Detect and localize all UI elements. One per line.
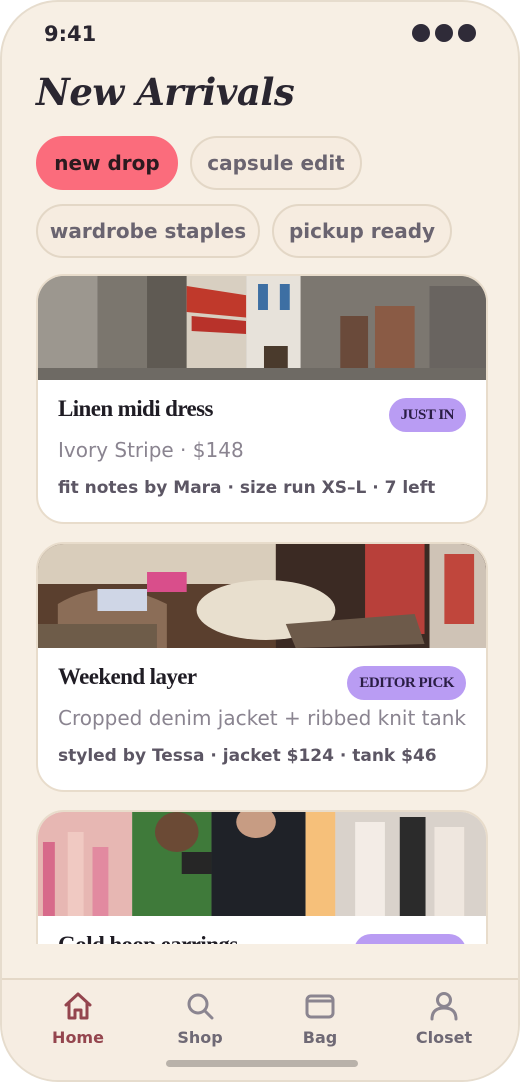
- filter-chip-wardrobe-staples[interactable]: wardrobe staples: [36, 204, 260, 258]
- user-icon: [430, 992, 458, 1021]
- home-icon: [64, 992, 92, 1020]
- phone-screen: 9:41 New Arrivals new drop capsule edit …: [0, 0, 520, 1082]
- product-card[interactable]: Linen midi dress JUST IN Ivory Stripe · …: [36, 274, 488, 524]
- product-title: Weekend layer: [58, 664, 197, 689]
- status-badge: JUST IN: [388, 398, 466, 432]
- tab-label: Bag: [302, 1028, 338, 1047]
- page-title: New Arrivals: [36, 70, 295, 114]
- tab-label: Shop: [177, 1028, 223, 1047]
- product-card[interactable]: Gold hoop earrings LOW STOCK: [36, 810, 488, 944]
- status-dots-icon: [412, 24, 476, 42]
- home-indicator[interactable]: [166, 1060, 358, 1067]
- tab-closet[interactable]: Closet: [394, 990, 494, 1062]
- filter-chip-capsule-edit[interactable]: capsule edit: [190, 136, 362, 190]
- product-subtitle: Ivory Stripe · $148: [58, 438, 244, 462]
- status-badge: EDITOR PICK: [347, 666, 466, 700]
- old-town-street-photo: [38, 276, 486, 380]
- product-subtitle: Cropped denim jacket + ribbed knit tank: [58, 706, 466, 730]
- status-time: 9:41: [44, 22, 97, 46]
- status-bar: 9:41: [2, 2, 518, 66]
- status-badge: LOW STOCK: [354, 934, 466, 944]
- tab-label: Home: [52, 1028, 104, 1047]
- tab-bag[interactable]: Bag: [270, 990, 370, 1062]
- product-meta: fit notes by Mara · size run XS–L · 7 le…: [58, 478, 436, 498]
- product-feed[interactable]: Linen midi dress JUST IN Ivory Stripe · …: [36, 274, 488, 944]
- filter-chip-new-drop[interactable]: new drop: [36, 136, 178, 190]
- tab-label: Closet: [415, 1028, 473, 1047]
- bag-icon: [305, 994, 335, 1019]
- tab-shop[interactable]: Shop: [150, 990, 250, 1062]
- search-icon: [187, 993, 214, 1020]
- tab-home[interactable]: Home: [28, 990, 128, 1062]
- product-title: Linen midi dress: [58, 396, 213, 421]
- product-meta: styled by Tessa · jacket $124 · tank $46: [58, 746, 437, 766]
- filter-chip-pickup-ready[interactable]: pickup ready: [272, 204, 452, 258]
- product-card[interactable]: Weekend layer EDITOR PICK Cropped denim …: [36, 542, 488, 792]
- product-title: Gold hoop earrings: [58, 932, 238, 944]
- market-stall-photo: [38, 544, 486, 648]
- clothing-rack-shoppers-photo: [38, 812, 486, 916]
